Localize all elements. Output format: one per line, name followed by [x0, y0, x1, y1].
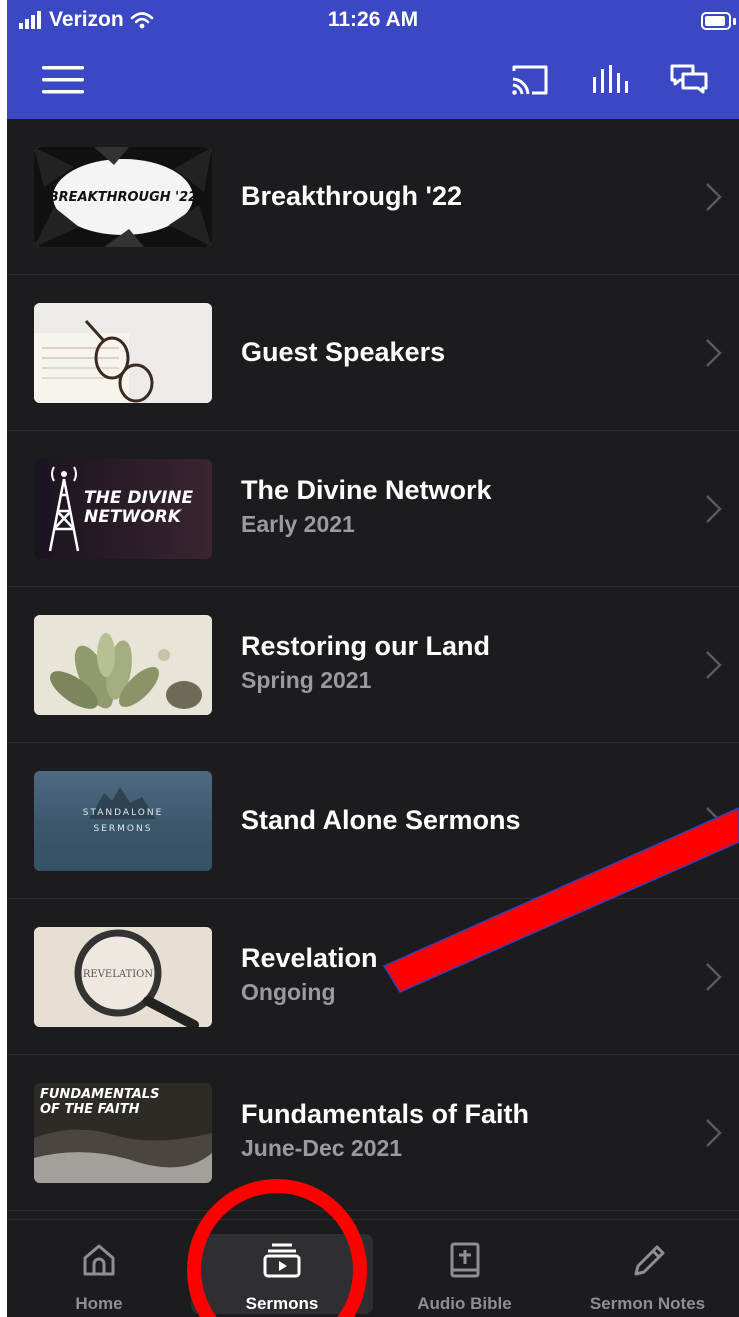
chevron-right-icon [706, 339, 722, 367]
series-item[interactable]: Restoring our Land Spring 2021 [7, 587, 739, 743]
series-title: Revelation [241, 943, 378, 973]
series-thumbnail: STANDALONE SERMONS [34, 771, 212, 871]
thumb-text: STANDALONE SERMONS [82, 808, 164, 834]
tab-sermon-notes[interactable]: Sermon Notes [556, 1232, 739, 1317]
audio-bars-icon [593, 65, 628, 93]
series-item[interactable]: THE DIVINE NETWORK The Divine Network Ea… [7, 431, 739, 587]
tab-label: Sermon Notes [589, 1294, 706, 1313]
thumb-text: THE DIVINE NETWORK [84, 488, 194, 527]
series-subtitle: June-Dec 2021 [241, 1135, 403, 1161]
menu-icon [42, 66, 84, 94]
chevron-right-icon [706, 1119, 722, 1147]
chat-button[interactable] [667, 58, 711, 102]
series-thumbnail: REVELATION [34, 927, 212, 1027]
series-list: BREAKTHROUGH '22 Breakthrough '22 Guest … [7, 119, 739, 1211]
chevron-right-icon [706, 651, 722, 679]
tab-label: Sermons [245, 1294, 319, 1313]
series-subtitle: Ongoing [241, 979, 336, 1005]
series-title: Restoring our Land [241, 631, 490, 661]
series-title: Stand Alone Sermons [241, 805, 521, 835]
series-thumbnail: BREAKTHROUGH '22 [34, 147, 212, 247]
series-title: Fundamentals of Faith [241, 1099, 530, 1129]
chevron-right-icon [706, 183, 722, 211]
tab-home[interactable]: Home [7, 1232, 191, 1317]
series-title: Guest Speakers [241, 337, 446, 367]
battery-icon [701, 12, 731, 30]
series-item[interactable]: STANDALONE SERMONS Stand Alone Sermons [7, 743, 739, 899]
series-thumbnail [34, 615, 212, 715]
pencil-icon [634, 1245, 664, 1276]
series-subtitle: Spring 2021 [241, 667, 372, 693]
menu-button[interactable] [41, 58, 85, 102]
tab-bar: Home Sermons Audio Bible Sermon Notes [7, 1219, 739, 1317]
chevron-right-icon [706, 807, 722, 835]
cast-icon [512, 65, 548, 95]
cast-button[interactable] [508, 58, 552, 102]
thumb-text: FUNDAMENTALS OF THE FAITH [40, 1087, 160, 1117]
series-title: The Divine Network [241, 475, 492, 505]
series-thumbnail: THE DIVINE NETWORK [34, 459, 212, 559]
chevron-right-icon [706, 963, 722, 991]
tab-audio-bible[interactable]: Audio Bible [373, 1232, 556, 1317]
breakthrough-art: BREAKTHROUGH '22 [34, 147, 212, 247]
tab-label: Audio Bible [417, 1294, 512, 1313]
chat-icon [670, 64, 708, 94]
thumb-text: REVELATION [83, 969, 153, 980]
series-item[interactable]: Guest Speakers [7, 275, 739, 431]
succulent-art [34, 615, 212, 715]
magnifier-art: REVELATION [34, 927, 212, 1027]
series-item[interactable]: BREAKTHROUGH '22 Breakthrough '22 [7, 119, 739, 275]
bible-icon [450, 1242, 479, 1278]
chevron-right-icon [706, 495, 722, 523]
status-time: 11:26 AM [327, 8, 419, 31]
thumb-text: BREAKTHROUGH '22 [49, 190, 197, 205]
series-thumbnail: FUNDAMENTALS OF THE FAITH [34, 1083, 212, 1183]
app-frame: Verizon 11:26 AM BREAKTHROUGH '22 Breakt… [7, 0, 739, 1317]
series-subtitle: Early 2021 [241, 511, 355, 537]
sermons-icon [263, 1243, 301, 1278]
battery-nub [733, 18, 736, 25]
glasses-book-art [34, 303, 212, 403]
audio-button[interactable] [588, 58, 632, 102]
series-thumbnail [34, 303, 212, 403]
tab-label: Home [75, 1294, 123, 1313]
series-title: Breakthrough '22 [241, 181, 462, 211]
series-item[interactable]: FUNDAMENTALS OF THE FAITH Fundamentals o… [7, 1055, 739, 1211]
tab-sermons[interactable]: Sermons [191, 1232, 373, 1317]
app-header: Verizon 11:26 AM [7, 0, 739, 119]
series-item[interactable]: REVELATION Revelation Ongoing [7, 899, 739, 1055]
home-icon [83, 1244, 115, 1276]
